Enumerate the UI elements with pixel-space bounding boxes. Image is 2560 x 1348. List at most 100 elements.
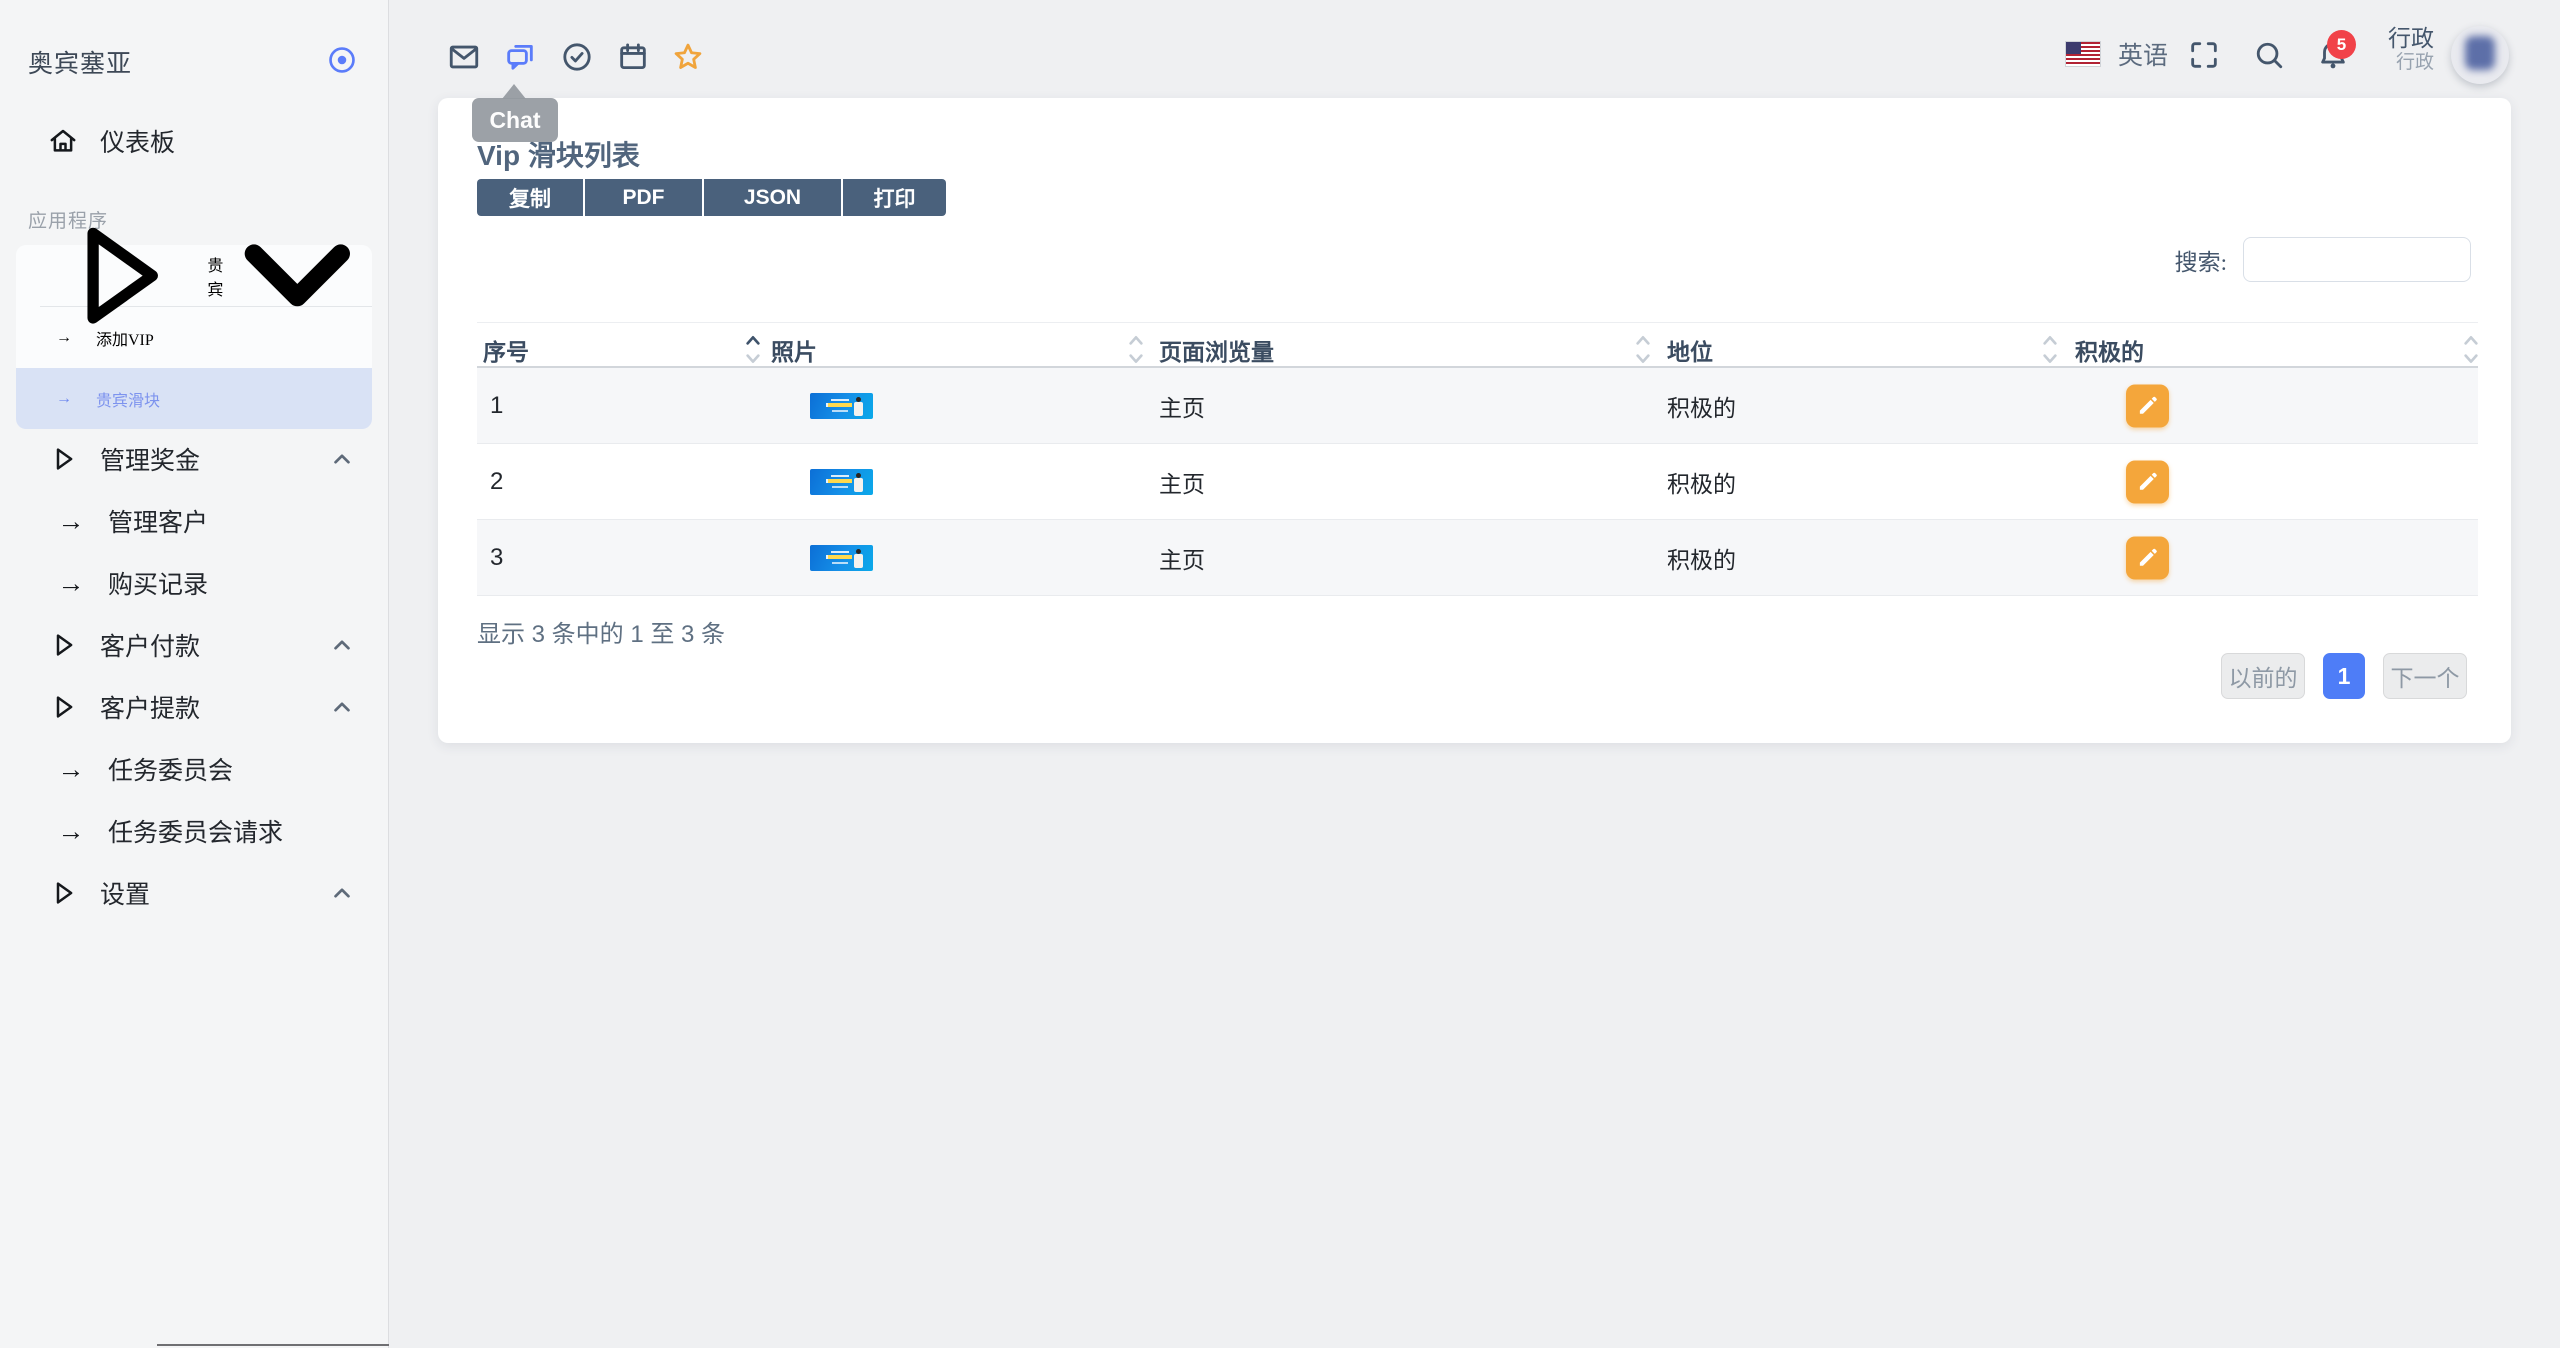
edit-button[interactable]	[2126, 460, 2169, 503]
cell-serial: 3	[490, 543, 504, 571]
sidebar-item-label: 客户付款	[100, 634, 201, 661]
column-header-serial[interactable]: 序号	[483, 333, 529, 367]
cell-pageview: 主页	[1159, 395, 1205, 421]
cell-pageview: 主页	[1159, 471, 1205, 497]
sidebar-item-purchase-history[interactable]: → 购买记录	[0, 552, 389, 614]
sidebar-item-manage-customers[interactable]: → 管理客户	[0, 490, 389, 552]
sidebar-item-customer-withdrawals[interactable]: 客户提款	[0, 676, 389, 738]
column-header-active[interactable]: 积极的	[2075, 333, 2144, 367]
sidebar-item-vip[interactable]: 贵宾	[16, 245, 372, 306]
calendar-icon[interactable]	[616, 40, 650, 74]
table-info: 显示 3 条中的 1 至 3 条	[477, 621, 726, 648]
sidebar-item-task-committee[interactable]: → 任务委员会	[0, 738, 389, 800]
chat-tooltip: Chat	[472, 98, 558, 142]
search-icon[interactable]	[2252, 38, 2286, 72]
sidebar-item-task-committee-requests[interactable]: → 任务委员会请求	[0, 800, 389, 862]
user-role: 行政	[2395, 52, 2434, 73]
chevron-up-icon	[331, 882, 353, 904]
record-icon	[326, 44, 358, 76]
arrow-icon: →	[57, 567, 85, 598]
slider-photo-thumbnail	[810, 392, 873, 419]
play-icon	[48, 692, 78, 722]
sidebar-item-label: 添加VIP	[96, 331, 154, 349]
column-header-pageviews[interactable]: 页面浏览量	[1159, 333, 1274, 367]
sidebar-item-manage-bonus[interactable]: 管理奖金	[0, 428, 389, 490]
print-button[interactable]: 打印	[843, 179, 946, 216]
play-icon	[48, 444, 78, 474]
sidebar-item-dashboard[interactable]: 仪表板	[0, 110, 389, 172]
mail-icon[interactable]	[447, 40, 481, 74]
todo-check-icon[interactable]	[560, 40, 594, 74]
arrow-icon: →	[57, 753, 85, 784]
chevron-up-icon	[331, 696, 353, 718]
pencil-icon	[2135, 469, 2161, 495]
sort-asc-icon[interactable]	[2463, 334, 2479, 346]
home-icon	[48, 126, 78, 156]
chevron-up-icon	[331, 634, 353, 656]
pencil-icon	[2135, 393, 2161, 419]
sort-desc-icon[interactable]	[1635, 353, 1651, 365]
sidebar: 奥宾塞亚 仪表板 应用程序 贵宾 → 添加VIP → 贵宾滑块 管理奖金 → 管…	[0, 0, 389, 1348]
sort-asc-icon[interactable]	[745, 334, 761, 346]
arrow-icon: →	[57, 505, 85, 536]
notification-badge: 5	[2327, 30, 2356, 59]
arrow-icon: →	[56, 389, 72, 407]
cell-status: 积极的	[1667, 395, 1736, 421]
sort-asc-icon[interactable]	[2042, 334, 2058, 346]
cell-pageview: 主页	[1159, 547, 1205, 573]
sort-desc-icon[interactable]	[2463, 353, 2479, 365]
previous-page-button[interactable]: 以前的	[2221, 653, 2305, 699]
sidebar-pin-icon[interactable]	[326, 44, 358, 76]
column-header-photo[interactable]: 照片	[771, 333, 817, 367]
user-name: 行政	[2388, 26, 2434, 51]
star-icon[interactable]	[671, 40, 705, 74]
sidebar-item-customer-payments[interactable]: 客户付款	[0, 614, 389, 676]
table-header: 序号 照片 页面浏览量 地位 积极的	[477, 322, 2478, 368]
json-button[interactable]: JSON	[704, 179, 841, 216]
sidebar-item-label: 客户提款	[100, 696, 201, 723]
sidebar-item-vip-slider[interactable]: → 贵宾滑块	[16, 368, 372, 429]
avatar-image	[2465, 36, 2495, 70]
pagination: 以前的 1 下一个	[2221, 653, 2467, 699]
tooltip-arrow	[502, 84, 526, 99]
search-input[interactable]	[2243, 237, 2471, 282]
arrow-icon: →	[56, 328, 72, 346]
search-label: 搜索:	[2174, 249, 2227, 275]
language-selector[interactable]: 英语	[2066, 36, 2168, 72]
arrow-icon: →	[57, 815, 85, 846]
sidebar-item-label: 仪表板	[100, 130, 176, 157]
us-flag-icon	[2066, 42, 2100, 66]
sidebar-item-label: 购买记录	[108, 572, 209, 599]
page-number-button[interactable]: 1	[2323, 653, 2365, 699]
pdf-button[interactable]: PDF	[585, 179, 702, 216]
avatar[interactable]	[2451, 26, 2509, 84]
edit-button[interactable]	[2126, 536, 2169, 579]
sort-asc-icon[interactable]	[1128, 334, 1144, 346]
table-row: 1 主页 积极的	[477, 368, 2478, 444]
user-menu[interactable]: 行政 行政	[2364, 26, 2434, 86]
next-page-button[interactable]: 下一个	[2383, 653, 2467, 699]
sort-desc-icon[interactable]	[745, 353, 761, 365]
sort-asc-icon[interactable]	[1635, 334, 1651, 346]
copy-button[interactable]: 复制	[477, 179, 583, 216]
sort-desc-icon[interactable]	[2042, 353, 2058, 365]
sidebar-group-vip: 贵宾 → 添加VIP → 贵宾滑块	[16, 245, 372, 429]
fullscreen-icon[interactable]	[2187, 38, 2221, 72]
sidebar-item-label: 贵宾	[207, 257, 224, 299]
sidebar-item-add-vip[interactable]: → 添加VIP	[16, 307, 372, 368]
main-area: Chat 英语 5 行政 行政 Vip 滑块列表 复制 PDF JSON 打印 …	[389, 0, 2560, 1348]
cell-status: 积极的	[1667, 547, 1736, 573]
play-icon	[48, 878, 78, 908]
edit-button[interactable]	[2126, 384, 2169, 427]
chat-icon[interactable]	[503, 40, 537, 74]
export-button-group: 复制 PDF JSON 打印	[477, 179, 946, 216]
sort-desc-icon[interactable]	[1128, 353, 1144, 365]
table-search: 搜索:	[2175, 237, 2471, 282]
cell-status: 积极的	[1667, 471, 1736, 497]
play-icon	[48, 630, 78, 660]
sidebar-item-label: 管理奖金	[100, 448, 201, 475]
column-header-status[interactable]: 地位	[1667, 333, 1713, 367]
sidebar-item-label: 设置	[100, 882, 151, 909]
sidebar-item-settings[interactable]: 设置	[0, 862, 389, 924]
pencil-icon	[2135, 545, 2161, 571]
